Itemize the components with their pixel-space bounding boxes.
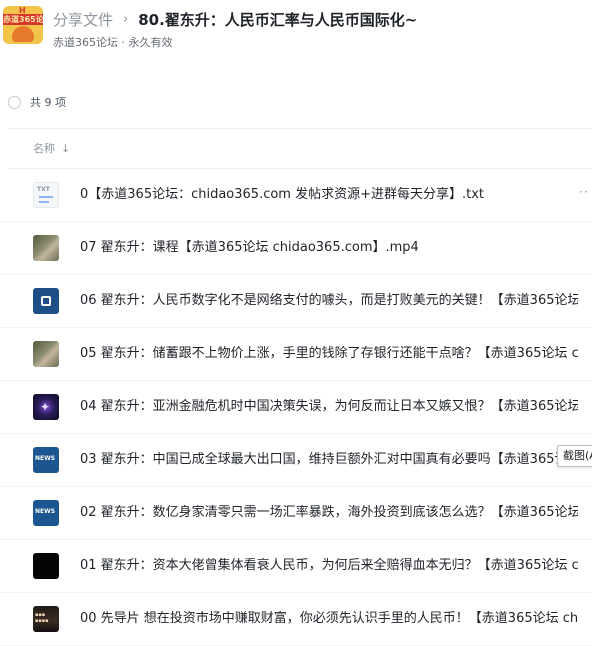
item-count: 共 9 项 (30, 96, 66, 109)
page-title: 80.翟东升：人民币汇率与人民币国际化~ (138, 10, 418, 29)
divider (8, 128, 592, 129)
file-name[interactable]: 0【赤道365论坛：chidao365.com 发帖求资源+进群每天分享】.tx… (80, 187, 578, 203)
file-name[interactable]: 07 翟东升：课程【赤道365论坛 chidao365.com】.mp4 (80, 240, 578, 256)
more-options-icon[interactable]: ·· (579, 185, 589, 199)
file-row[interactable]: NEWS 03 翟东升：中国已成全球最大出口国，维持巨额外汇对中国真有必要吗【赤… (0, 434, 592, 487)
logo-text: 赤道365论坛 (3, 14, 43, 25)
file-name[interactable]: 00 先导片 想在投资市场中赚取财富，你必须先认识手里的人民币！【赤道365论坛… (80, 611, 578, 627)
file-row[interactable]: NEWS 02 翟东升：数亿身家清零只需一场汇率暴跌，海外投资到底该怎么选？【赤… (0, 487, 592, 540)
header: H 赤道365论坛 分享文件 › 80.翟东升：人民币汇率与人民币国际化~ 赤道… (0, 0, 592, 60)
share-info: 赤道365论坛 · 永久有效 (53, 36, 173, 49)
video-thumbnail: ✦ (33, 394, 59, 420)
video-thumbnail: NEWS (33, 447, 59, 473)
file-row[interactable]: ✦ 04 翟东升：亚洲金融危机时中国决策失误，为何反而让日本又嫉又恨？【赤道36… (0, 381, 592, 434)
select-all-checkbox[interactable] (8, 95, 21, 109)
file-name[interactable]: 04 翟东升：亚洲金融危机时中国决策失误，为何反而让日本又嫉又恨？【赤道365论… (80, 399, 578, 415)
video-thumbnail (33, 288, 59, 314)
file-row[interactable]: 05 翟东升：储蓄跟不上物价上涨，手里的钱除了存银行还能干点啥？【赤道365论坛… (0, 328, 592, 381)
file-name[interactable]: 01 翟东升：资本大佬曾集体看衰人民币，为何后来全赔得血本无归？【赤道365论坛… (80, 558, 578, 574)
video-thumbnail (33, 341, 59, 367)
file-row[interactable]: ▪▪▪ ▪▪▪▪ 00 先导片 想在投资市场中赚取财富，你必须先认识手里的人民币！… (0, 593, 592, 646)
screenshot-tooltip: 截图(A (557, 445, 592, 467)
chevron-right-icon: › (123, 11, 129, 27)
breadcrumb-share-files-link[interactable]: 分享文件 (53, 9, 113, 30)
file-name[interactable]: 05 翟东升：储蓄跟不上物价上涨，手里的钱除了存银行还能干点啥？【赤道365论坛… (80, 346, 578, 362)
column-header-name[interactable]: 名称 ↓ (33, 141, 70, 156)
video-thumbnail: ▪▪▪ ▪▪▪▪ (33, 606, 59, 632)
file-name[interactable]: 06 翟东升：人民币数字化不是网络支付的噱头，而是打败美元的关键！【赤道365论… (80, 293, 578, 309)
file-name[interactable]: 02 翟东升：数亿身家清零只需一场汇率暴跌，海外投资到底该怎么选？【赤道365论… (80, 505, 578, 521)
file-name[interactable]: 03 翟东升：中国已成全球最大出口国，维持巨额外汇对中国真有必要吗【赤道365论… (80, 452, 578, 468)
txt-file-icon: TXT (33, 182, 59, 208)
select-all-row: 共 9 项 (8, 93, 66, 111)
forum-logo[interactable]: H 赤道365论坛 (3, 6, 43, 44)
video-thumbnail (33, 553, 59, 579)
sort-arrow-down-icon[interactable]: ↓ (61, 142, 70, 155)
file-row[interactable]: 07 翟东升：课程【赤道365论坛 chidao365.com】.mp4 (0, 222, 592, 275)
file-row[interactable]: 06 翟东升：人民币数字化不是网络支付的噱头，而是打败美元的关键！【赤道365论… (0, 275, 592, 328)
video-thumbnail: NEWS (33, 500, 59, 526)
breadcrumb: 分享文件 › 80.翟东升：人民币汇率与人民币国际化~ (53, 8, 417, 30)
file-row[interactable]: TXT 0【赤道365论坛：chidao365.com 发帖求资源+进群每天分享… (0, 169, 592, 222)
mascot-icon (12, 26, 34, 42)
file-list: TXT 0【赤道365论坛：chidao365.com 发帖求资源+进群每天分享… (0, 169, 592, 646)
column-header-label: 名称 (33, 142, 55, 155)
file-row[interactable]: 01 翟东升：资本大佬曾集体看衰人民币，为何后来全赔得血本无归？【赤道365论坛… (0, 540, 592, 593)
video-thumbnail (33, 235, 59, 261)
